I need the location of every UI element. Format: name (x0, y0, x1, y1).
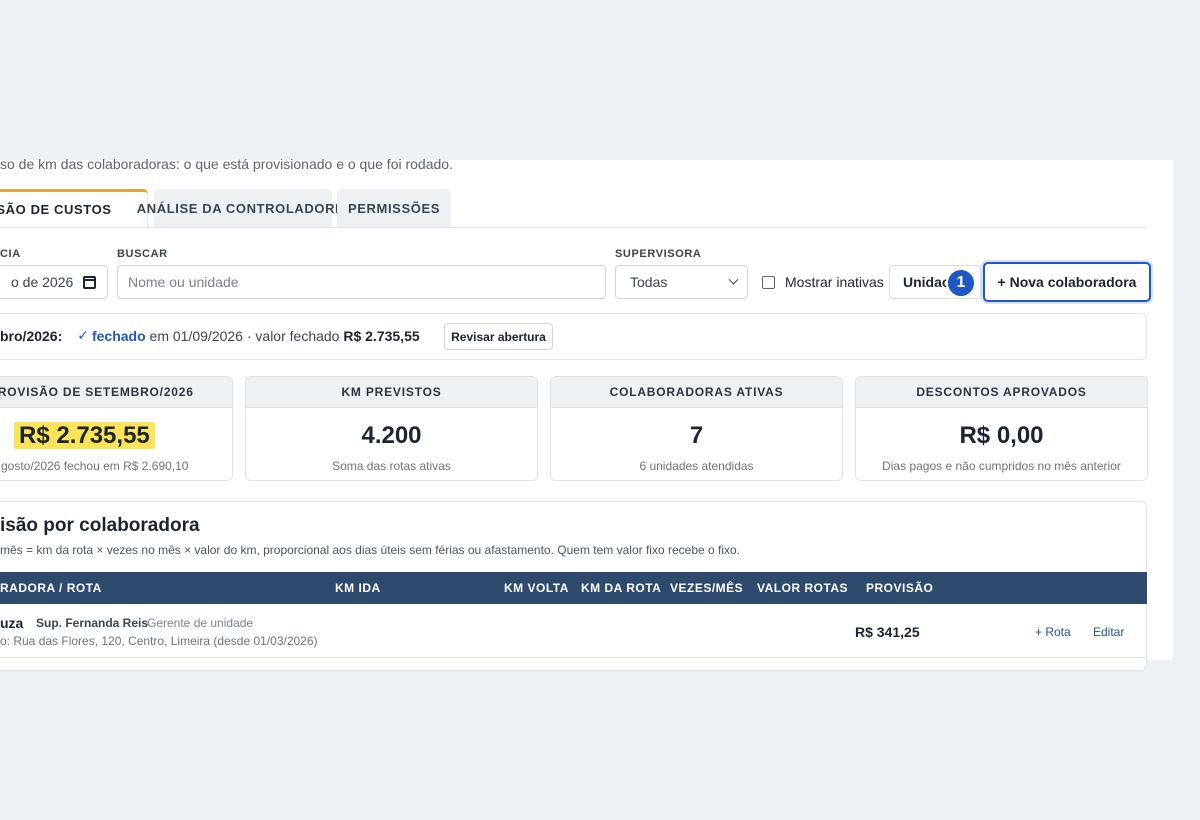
column-header-provisao[interactable]: PROVISÃO (866, 581, 933, 595)
tabs-divider (0, 227, 1147, 228)
column-header-km-volta[interactable]: KM VOLTA (504, 581, 569, 595)
card-title: PROVISÃO DE SETEMBRO/2026 (0, 377, 232, 408)
competencia-value: o de 2026 (11, 274, 74, 290)
card-value: 4.200 (361, 422, 422, 449)
calendar-icon[interactable] (83, 275, 97, 289)
tab-permissoes[interactable]: PERMISSÕES (337, 189, 451, 227)
unidade-button-label: Unidac (903, 274, 950, 290)
column-header-km-da-rota[interactable]: KM DA ROTA (581, 581, 661, 595)
period-label: bro/2026: (0, 327, 63, 344)
add-route-link[interactable]: + Rota (1035, 625, 1071, 639)
search-input[interactable]: Nome ou unidade (117, 265, 606, 299)
page-subtitle: so de km das colaboradoras: o que está p… (0, 156, 453, 172)
row-supervisor: Sup. Fernanda Reis (36, 616, 149, 630)
step-badge: 1 (946, 268, 976, 298)
card-value: R$ 2.735,55 (14, 422, 155, 449)
card-km-previstos: KM PREVISTOS 4.200 Soma das rotas ativas (245, 376, 538, 481)
status-amount: R$ 2.735,55 (343, 327, 420, 344)
provision-title: isão por colaboradora (0, 515, 200, 536)
column-header-valor-rotas[interactable]: VALOR ROTAS (757, 581, 848, 595)
mostrar-inativas-label: Mostrar inativas (785, 274, 884, 290)
card-colaboradoras-ativas: COLABORADORAS ATIVAS 7 6 unidades atendi… (550, 376, 843, 481)
nova-colaboradora-button[interactable]: + Nova colaboradora (983, 262, 1151, 302)
search-placeholder: Nome ou unidade (128, 274, 239, 290)
revisar-abertura-button[interactable]: Revisar abertura (444, 323, 553, 350)
tab-analise-controladoria[interactable]: ANÁLISE DA CONTROLADORIA (137, 189, 349, 227)
card-title: DESCONTOS APROVADOS (856, 377, 1147, 408)
card-provisao: PROVISÃO DE SETEMBRO/2026 R$ 2.735,55 go… (0, 376, 233, 481)
supervisora-select[interactable]: Todas (615, 265, 748, 299)
card-subtext: Soma das rotas ativas (332, 459, 451, 473)
revisar-abertura-label: Revisar abertura (451, 329, 546, 344)
column-header-km-ida[interactable]: KM IDA (335, 581, 381, 595)
card-value: R$ 0,00 (959, 422, 1044, 449)
status-state: fechado (91, 327, 146, 344)
card-value: 7 (689, 422, 704, 449)
check-icon: ✓ (77, 327, 89, 343)
mostrar-inativas-toggle[interactable]: Mostrar inativas (762, 274, 884, 290)
edit-link[interactable]: Editar (1093, 625, 1124, 639)
table-row-divider (0, 657, 1147, 658)
chevron-down-icon (728, 274, 739, 285)
row-colaboradora-name: uza (0, 615, 24, 631)
buscar-label: BUSCAR (117, 248, 168, 260)
card-subtext: 6 unidades atendidas (639, 459, 754, 473)
card-subtext: Dias pagos e não cumpridos no mês anteri… (882, 459, 1121, 473)
table-header (0, 572, 1147, 604)
column-header-vezes-mes[interactable]: VEZES/MÊS (670, 581, 743, 595)
supervisora-value: Todas (630, 274, 668, 290)
card-descontos-aprovados: DESCONTOS APROVADOS R$ 0,00 Dias pagos e… (855, 376, 1148, 481)
period-status: bro/2026: ✓ fechado em 01/09/2026 · valo… (0, 327, 420, 344)
tab-label: PERMISSÕES (348, 200, 440, 216)
card-title: COLABORADORAS ATIVAS (551, 377, 842, 408)
card-subtext: gosto/2026 fechou em R$ 2.690,10 (1, 459, 189, 473)
mostrar-inativas-checkbox[interactable] (762, 275, 775, 289)
column-header-colaboradora[interactable]: RADORA / ROTA (0, 581, 102, 595)
tab-label: SÃO DE CUSTOS (0, 202, 112, 217)
row-role: Gerente de unidade (147, 616, 254, 630)
supervisora-label: SUPERVISORA (615, 248, 702, 260)
card-title: KM PREVISTOS (246, 377, 537, 408)
row-provisao: R$ 341,25 (855, 624, 920, 640)
status-detail: em 01/09/2026 · valor fechado (145, 327, 344, 344)
row-address: o: Rua das Flores, 120, Centro, Limeira … (0, 634, 318, 648)
nova-colaboradora-label: + Nova colaboradora (997, 274, 1137, 290)
provision-description: mês = km da rota × vezes no mês × valor … (0, 543, 741, 557)
tab-label: ANÁLISE DA CONTROLADORIA (136, 200, 350, 216)
competencia-date-input[interactable]: o de 2026 (0, 265, 108, 299)
tab-gestao-de-custos[interactable]: SÃO DE CUSTOS (0, 189, 148, 227)
app-stage: so de km das colaboradoras: o que está p… (0, 0, 1200, 820)
card-value-wrap: R$ 2.735,55 (0, 422, 232, 450)
competencia-label: CIA (0, 248, 21, 260)
